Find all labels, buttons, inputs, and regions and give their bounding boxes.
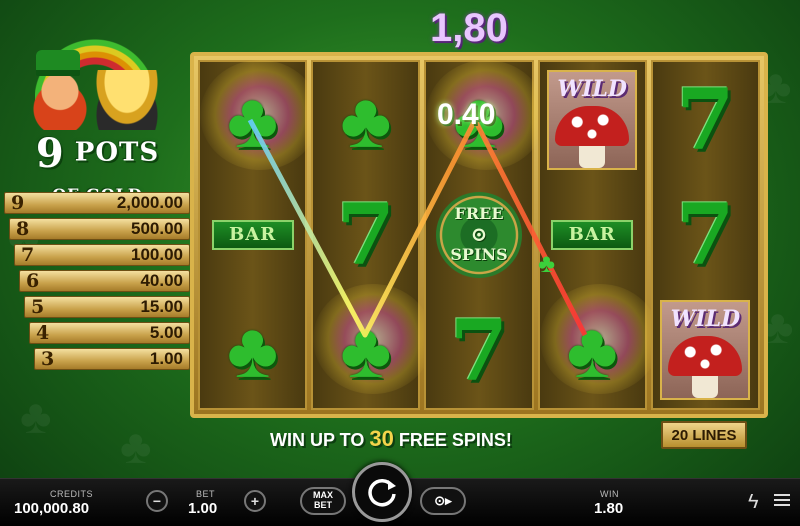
free-spins-scatter-icon: FREE ⊙ SPINS — [436, 191, 522, 278]
reel-2: ♣ 7 ♣ — [311, 60, 434, 410]
scatter-free-text: FREE — [454, 204, 504, 224]
spin-button[interactable] — [352, 462, 412, 522]
paytable-row: 4 5.00 — [29, 322, 190, 344]
max-bet-button[interactable]: MAX BET — [300, 487, 346, 515]
symbol-clover: ♣ — [321, 300, 411, 400]
paytable-pots-count: 8 — [16, 218, 30, 240]
paytable-amount: 5.00 — [149, 323, 183, 342]
symbol-seven: 7 — [660, 185, 750, 285]
turbo-lightning-icon[interactable]: ϟ — [748, 491, 759, 514]
clover-icon: ♣ — [566, 306, 618, 395]
banner-suffix: FREE SPINS! — [398, 430, 512, 450]
paytable-pots-count: 5 — [31, 296, 45, 318]
reel-1: ♣ BAR ♣ — [198, 60, 320, 410]
paytable-row: 3 1.00 — [34, 348, 190, 370]
paytable-amount: 2,000.00 — [116, 193, 183, 212]
autoplay-button[interactable]: ⊙▸ — [420, 487, 466, 515]
paytable-row: 6 40.00 — [19, 270, 190, 292]
wild-mushroom-icon: WILD — [547, 69, 638, 170]
clover-icon: ♣ — [227, 75, 279, 164]
paytable-amount: 500.00 — [131, 219, 183, 238]
symbol-clover: ♣ — [208, 300, 298, 400]
symbol-clover: ♣ — [321, 70, 411, 170]
symbol-seven: 7 — [434, 300, 524, 400]
mushroom-stem — [692, 376, 719, 399]
free-spins-banner: WIN UP TO 30 FREE SPINS! — [270, 426, 512, 452]
symbol-wild: WILD — [547, 69, 638, 170]
paytable-pots-count: 3 — [41, 348, 55, 370]
leprechaun-hat-icon — [36, 50, 80, 76]
pots-paytable: 9 2,000.00 8 500.00 7 100.00 6 40.00 5 15.00 4 5.00… — [4, 192, 190, 374]
symbol-bar: BAR — [208, 185, 298, 285]
wild-text: WILD — [670, 306, 741, 333]
wild-text: WILD — [557, 75, 627, 102]
clover-icon: ♣ — [340, 75, 392, 164]
scatter-spins-text: SPINS — [450, 245, 508, 265]
seven-icon: 7 — [449, 300, 509, 400]
mushroom-cap — [555, 105, 630, 146]
win-label: WIN — [600, 489, 619, 499]
seven-icon: 7 — [336, 185, 396, 285]
paytable-amount: 1.00 — [149, 349, 183, 368]
pot-of-gold-icon — [92, 70, 162, 130]
total-win-display: 1,80 — [430, 6, 508, 50]
banner-number: 30 — [369, 426, 394, 451]
bet-value: 1.00 — [188, 500, 218, 517]
bet-increase-button[interactable]: + — [244, 490, 266, 512]
reel-4: WILD BAR ♣ — [537, 60, 660, 410]
paytable-pots-count: 9 — [11, 192, 25, 214]
mushroom-cap — [668, 336, 743, 377]
paytable-amount: 40.00 — [140, 271, 183, 290]
credits-value: 100,000.80 — [14, 500, 90, 517]
symbol-wild: WILD — [660, 300, 751, 401]
banner-prefix: WIN UP TO — [270, 430, 365, 450]
paytable-row: 5 15.00 — [24, 296, 190, 318]
symbol-clover: ♣ — [547, 300, 637, 400]
mushroom-stem — [579, 145, 606, 168]
credits-label: CREDITS — [50, 489, 94, 499]
win-value: 1.80 — [594, 500, 624, 517]
paytable-amount: 100.00 — [131, 245, 183, 264]
logo-pots: POTS — [74, 137, 160, 168]
logo-number: 9 — [35, 130, 65, 177]
spin-icon — [368, 478, 396, 507]
paytable-pots-count: 4 — [36, 322, 50, 344]
clover-icon: ♣ — [340, 306, 392, 395]
symbol-seven: 7 — [660, 70, 750, 170]
seven-icon: 7 — [676, 185, 735, 285]
lines-button[interactable]: 20 LINES — [661, 421, 747, 449]
symbol-clover: ♣ — [208, 70, 298, 170]
game-logo: 9 POTS OF GOLD — [10, 30, 185, 204]
bar-icon: BAR — [551, 219, 634, 250]
bet-label: BET — [196, 489, 216, 499]
paytable-amount: 15.00 — [140, 297, 183, 316]
paytable-row: 9 2,000.00 — [4, 192, 190, 214]
paytable-row: 7 100.00 — [14, 244, 190, 266]
bg-clover-icon: ♣ — [120, 421, 152, 474]
wild-mushroom-icon: WILD — [660, 300, 751, 401]
paytable-pots-count: 6 — [26, 270, 40, 292]
bar-icon: BAR — [211, 219, 294, 250]
symbol-free-spins: FREE ⊙ SPINS — [434, 185, 524, 285]
autoplay-icon: ⊙▸ — [434, 492, 452, 508]
bg-clover-icon: ♣ — [20, 391, 52, 444]
symbol-bar: BAR — [547, 185, 637, 285]
paytable-pots-count: 7 — [21, 244, 35, 266]
clover-icon: ♣ — [227, 306, 279, 395]
bet-decrease-button[interactable]: − — [146, 490, 168, 512]
seven-icon: 7 — [676, 70, 735, 170]
paytable-row: 8 500.00 — [9, 218, 190, 240]
menu-icon[interactable] — [774, 491, 790, 509]
reel-5: 7 7 WILD — [650, 60, 761, 410]
symbol-seven: 7 — [321, 185, 411, 285]
line-win-amount: 0.40 — [437, 98, 496, 131]
